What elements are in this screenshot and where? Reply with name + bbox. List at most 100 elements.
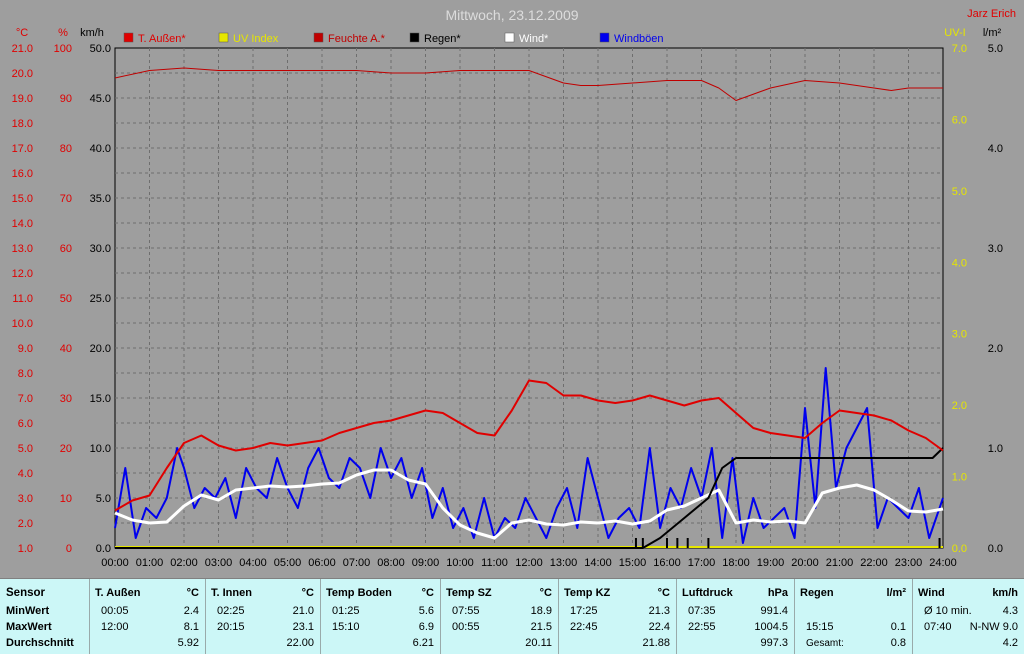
stats-min-time: Ø 10 min. [924, 605, 972, 617]
x-tick-label: 11:00 [481, 557, 508, 569]
stats-unit: °C [657, 587, 670, 599]
wind-tick-label: 15.0 [90, 393, 111, 405]
x-tick-label: 13:00 [550, 557, 578, 569]
uv-tick-label: 5.0 [952, 186, 967, 198]
stats-max-value: N-NW 9.0 [969, 621, 1018, 633]
stats-sensor-name: Luftdruck [682, 587, 733, 599]
humidity-tick-label: 40 [60, 343, 72, 355]
x-tick-label: 20:00 [791, 557, 819, 569]
stats-avg-value: 20.11 [525, 637, 552, 649]
temp-tick-label: 4.0 [18, 468, 33, 480]
x-tick-label: 06:00 [308, 557, 336, 569]
stats-max-value: 22.4 [648, 621, 670, 633]
x-tick-label: 09:00 [412, 557, 440, 569]
rain-tick-label: 2.0 [988, 343, 1003, 355]
stats-min-time: 07:35 [688, 605, 716, 617]
legend-swatch [504, 32, 515, 43]
wind-tick-label: 5.0 [96, 493, 111, 505]
stats-max-value: 0.1 [890, 621, 906, 633]
wind-tick-label: 45.0 [90, 93, 111, 105]
stats-min-time: 02:25 [217, 605, 245, 617]
stats-max-time: 15:15 [806, 621, 834, 633]
temp-tick-label: 14.0 [12, 218, 33, 230]
wind-tick-label: 20.0 [90, 343, 111, 355]
x-tick-label: 24:00 [929, 557, 957, 569]
x-tick-label: 22:00 [860, 557, 888, 569]
row-label-sensor: Sensor [6, 587, 45, 599]
rain-unit-label: l/m² [983, 27, 1002, 39]
wind-tick-label: 30.0 [90, 243, 111, 255]
x-tick-label: 10:00 [446, 557, 474, 569]
stats-sensor-name: Regen [800, 587, 834, 599]
stats-max-time: 20:15 [217, 621, 245, 633]
uv-tick-label: 0.0 [952, 543, 967, 555]
stats-min-value: 21.3 [648, 605, 670, 617]
temp-tick-label: 13.0 [12, 243, 33, 255]
x-tick-label: 19:00 [757, 557, 785, 569]
humidity-tick-label: 80 [60, 143, 72, 155]
legend-label: Regen* [424, 33, 461, 45]
row-label-min: MinWert [6, 605, 50, 617]
temp-tick-label: 20.0 [12, 68, 33, 80]
stats-sensor-name: Temp Boden [326, 587, 392, 599]
stats-min-value: 4.3 [1002, 605, 1018, 617]
stats-unit: l/m² [886, 587, 906, 599]
humidity-tick-label: 90 [60, 93, 72, 105]
x-tick-label: 05:00 [274, 557, 302, 569]
legend-label: Wind* [519, 33, 549, 45]
legend-label: Windböen [614, 33, 664, 45]
x-tick-label: 02:00 [170, 557, 198, 569]
legend-swatch [123, 32, 134, 43]
rain-tick-label: 0.0 [988, 543, 1003, 555]
legend-label: Feuchte A.* [328, 33, 386, 45]
legend-swatch [218, 32, 229, 43]
stats-avg-value: 4.2 [1002, 637, 1018, 649]
temp-tick-label: 1.0 [18, 543, 33, 555]
stats-max-value: 6.9 [418, 621, 434, 633]
uv-tick-label: 4.0 [952, 257, 967, 269]
stats-sensor-name: T. Innen [211, 587, 252, 599]
stats-min-value: 18.9 [530, 605, 552, 617]
humidity-tick-label: 70 [60, 193, 72, 205]
legend-label: T. Außen* [138, 33, 186, 45]
wind-unit-label: km/h [80, 27, 104, 39]
stats-unit: km/h [992, 587, 1018, 599]
stats-min-time: 00:05 [101, 605, 129, 617]
humidity-tick-label: 20 [60, 443, 72, 455]
uv-unit-label: UV-I [944, 27, 965, 39]
stats-max-time: 22:55 [688, 621, 716, 633]
stats-max-value: 23.1 [292, 621, 314, 633]
temp-tick-label: 8.0 [18, 368, 33, 380]
x-tick-label: 01:00 [136, 557, 164, 569]
stats-table: Sensor MinWert MaxWert Durchschnitt T. A… [0, 578, 1024, 654]
legend-swatch [599, 32, 610, 43]
stats-unit: °C [186, 587, 199, 599]
stats-column: T. Außen °C 00:05 2.4 12:00 8.1 5.92 [89, 579, 206, 654]
rain-tick-label: 5.0 [988, 43, 1003, 55]
chart-title: Mittwoch, 23.12.2009 [445, 7, 578, 23]
stats-max-time: 12:00 [101, 621, 129, 633]
temp-tick-label: 17.0 [12, 143, 33, 155]
temp-tick-label: 10.0 [12, 318, 33, 330]
uv-tick-label: 3.0 [952, 329, 967, 341]
stats-sensor-name: Temp SZ [446, 587, 492, 599]
x-tick-label: 03:00 [205, 557, 233, 569]
humidity-unit-label: % [58, 27, 68, 39]
temp-tick-label: 16.0 [12, 168, 33, 180]
humidity-tick-label: 100 [54, 43, 72, 55]
legend-swatch [313, 32, 324, 43]
stats-min-time: 07:55 [452, 605, 480, 617]
stats-sensor-name: Wind [918, 587, 945, 599]
temp-tick-label: 21.0 [12, 43, 33, 55]
wind-tick-label: 50.0 [90, 43, 111, 55]
rain-tick-label: 3.0 [988, 243, 1003, 255]
legend-swatch [409, 32, 420, 43]
rain-tick-label: 1.0 [988, 443, 1003, 455]
x-tick-label: 23:00 [895, 557, 923, 569]
author-label: Jarz Erich [967, 8, 1016, 20]
x-tick-label: 04:00 [239, 557, 267, 569]
wind-tick-label: 25.0 [90, 293, 111, 305]
stats-max-time: 15:10 [332, 621, 360, 633]
stats-avg-value: 22.00 [286, 637, 314, 649]
x-tick-label: 17:00 [688, 557, 716, 569]
